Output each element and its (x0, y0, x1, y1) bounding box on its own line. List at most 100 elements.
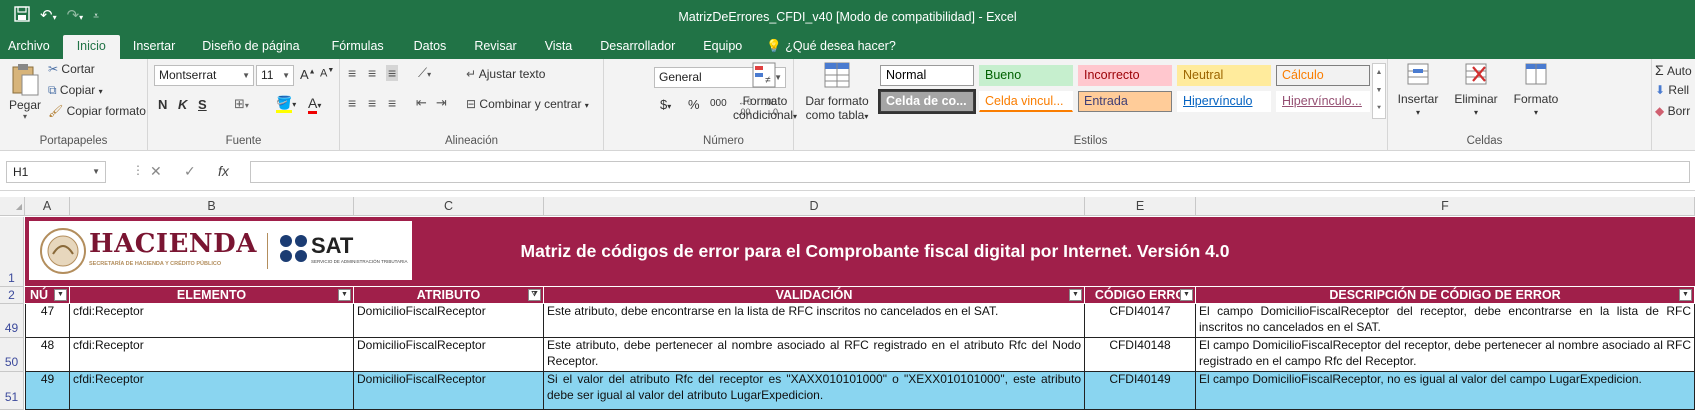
enter-icon[interactable]: ✓ (184, 163, 196, 180)
bold-button[interactable]: N (158, 97, 167, 112)
tab-formulas[interactable]: Fórmulas (316, 35, 400, 59)
tab-archivo[interactable]: Archivo (0, 35, 61, 59)
align-right-icon[interactable]: ≡ (388, 95, 396, 111)
cell-style-7[interactable]: Entrada (1078, 91, 1172, 112)
cancel-icon[interactable]: ✕ (150, 163, 162, 180)
conditional-format-button[interactable]: ≠ Formato condicional▾ (732, 61, 798, 124)
filter-dropdown-icon[interactable]: ▼ (338, 289, 351, 301)
cell-codigo[interactable]: CFDI40147 (1085, 304, 1196, 338)
merge-center-button[interactable]: ⊟ Combinar y centrar ▾ (466, 97, 589, 111)
filter-dropdown-icon[interactable]: ▼ (1180, 289, 1193, 301)
select-all-corner[interactable]: ◢ (0, 197, 25, 216)
align-middle-icon[interactable]: ≡ (368, 65, 376, 81)
filter-dropdown-icon[interactable]: ▼ (1679, 289, 1692, 301)
increase-indent-icon[interactable]: ⇥ (436, 95, 447, 111)
decrease-indent-icon[interactable]: ⇤ (416, 95, 427, 111)
cell-style-3[interactable]: Neutral (1177, 65, 1271, 86)
row-header-50[interactable]: 50 (0, 338, 24, 372)
cell-codigo[interactable]: CFDI40149 (1085, 372, 1196, 410)
cell-descripcion[interactable]: El campo DomicilioFiscalReceptor del rec… (1196, 338, 1695, 372)
column-header-f[interactable]: F (1196, 197, 1695, 216)
copy-button[interactable]: ⧉ Copiar ▾ (48, 83, 103, 98)
fill-color-icon[interactable]: 🪣▾ (276, 95, 296, 113)
currency-button[interactable]: $▾ (660, 97, 671, 112)
percent-button[interactable]: % (688, 97, 700, 112)
filter-dropdown-icon[interactable]: ▼ (1069, 289, 1082, 301)
font-color-icon[interactable]: A▾ (308, 95, 321, 114)
column-header-b[interactable]: B (70, 197, 354, 216)
paste-button[interactable]: Pegar ▾ (8, 63, 42, 121)
delete-cells-button[interactable]: Eliminar ▾ (1446, 61, 1506, 120)
cell-descripcion[interactable]: El campo DomicilioFiscalReceptor del rec… (1196, 304, 1695, 338)
name-box[interactable]: H1 ▼ (6, 161, 106, 183)
cell-atributo[interactable]: DomicilioFiscalReceptor (354, 372, 544, 410)
insert-function-icon[interactable]: fx (218, 163, 229, 179)
font-size-dropdown[interactable]: 11 ▼ (256, 65, 294, 86)
autosum-button[interactable]: Σ Auto (1655, 62, 1692, 78)
italic-button[interactable]: K (178, 97, 187, 112)
cell-elemento[interactable]: cfdi:Receptor (70, 372, 354, 410)
tab-equipo[interactable]: Equipo (689, 35, 756, 59)
align-center-icon[interactable]: ≡ (368, 95, 376, 111)
header-descripcion[interactable]: DESCRIPCIÓN DE CÓDIGO DE ERROR ▼ (1196, 287, 1695, 303)
header-validacion[interactable]: VALIDACIÓN ▼ (544, 287, 1085, 303)
column-header-a[interactable]: A (25, 197, 70, 216)
cell-validacion[interactable]: Este atributo, debe encontrarse en la li… (544, 304, 1085, 338)
cell-style-5[interactable]: Celda de co... (878, 89, 976, 114)
cell-style-0[interactable]: Normal (880, 65, 974, 86)
thousands-button[interactable]: 000 (710, 98, 727, 109)
format-as-table-button[interactable]: Dar formato como tabla▾ (802, 61, 872, 124)
cell-atributo[interactable]: DomicilioFiscalReceptor (354, 338, 544, 372)
cell-style-4[interactable]: Cálculo (1276, 65, 1370, 86)
row-header-49[interactable]: 49 (0, 304, 24, 338)
cell-num[interactable]: 49 (25, 372, 70, 410)
row-header-1[interactable]: 1 (0, 217, 24, 287)
column-header-e[interactable]: E (1085, 197, 1196, 216)
tell-me-search[interactable]: 💡 ¿Qué desea hacer? (756, 35, 896, 59)
align-bottom-icon[interactable]: ≡ (386, 65, 399, 81)
cell-elemento[interactable]: cfdi:Receptor (70, 338, 354, 372)
wrap-text-button[interactable]: ↵ Ajustar texto (466, 67, 545, 81)
cell-atributo[interactable]: DomicilioFiscalReceptor (354, 304, 544, 338)
cell-num[interactable]: 48 (25, 338, 70, 372)
tab-diseno-pagina[interactable]: Diseño de página (186, 35, 315, 59)
row-header-2[interactable]: 2 (0, 287, 24, 304)
shrink-font-icon[interactable]: A▼ (320, 67, 334, 80)
insert-cells-button[interactable]: Insertar ▾ (1390, 61, 1446, 120)
clear-button[interactable]: ◆ Borr (1655, 104, 1690, 118)
align-top-icon[interactable]: ≡ (348, 65, 356, 81)
column-header-c[interactable]: C (354, 197, 544, 216)
borders-icon[interactable]: ⊞▾ (234, 96, 249, 112)
cell-num[interactable]: 47 (25, 304, 70, 338)
cell-elemento[interactable]: cfdi:Receptor (70, 304, 354, 338)
align-left-icon[interactable]: ≡ (348, 95, 356, 111)
format-cells-button[interactable]: Formato ▾ (1508, 61, 1564, 120)
gallery-scroll[interactable]: ▲ ▼ ⯆ (1372, 63, 1386, 119)
formula-input[interactable] (250, 161, 1690, 183)
row-header-51[interactable]: 51 (0, 372, 24, 410)
underline-button[interactable]: S (198, 97, 207, 112)
tab-datos[interactable]: Datos (400, 35, 461, 59)
cell-validacion[interactable]: Este atributo, debe pertenecer al nombre… (544, 338, 1085, 372)
fill-button[interactable]: ⬇ Rell (1655, 83, 1689, 97)
cell-style-8[interactable]: Hipervínculo (1177, 91, 1271, 112)
formula-bar-options[interactable]: ⋮ (132, 163, 144, 177)
header-codigo-error[interactable]: CÓDIGO ERRO ▼ (1085, 287, 1196, 303)
header-numero[interactable]: NÚ ▼ (25, 287, 70, 303)
cell-validacion[interactable]: Si el valor del atributo Rfc del recepto… (544, 372, 1085, 410)
font-name-dropdown[interactable]: Montserrat ▼ (154, 65, 254, 86)
filter-dropdown-icon[interactable]: ▼ (54, 289, 67, 301)
cut-button[interactable]: ✂ Cortar (48, 62, 95, 76)
cell-descripcion[interactable]: El campo DomicilioFiscalReceptor, no es … (1196, 372, 1695, 410)
cell-style-6[interactable]: Celda vincul... (979, 91, 1073, 112)
format-painter-button[interactable]: 🖌 Copiar formato (48, 104, 146, 118)
cell-style-2[interactable]: Incorrecto (1078, 65, 1172, 86)
cell-style-1[interactable]: Bueno (979, 65, 1073, 86)
tab-inicio[interactable]: Inicio (62, 35, 120, 59)
tab-desarrollador[interactable]: Desarrollador (586, 35, 689, 59)
column-header-d[interactable]: D (544, 197, 1085, 216)
tab-vista[interactable]: Vista (531, 35, 587, 59)
tab-insertar[interactable]: Insertar (122, 35, 186, 59)
header-elemento[interactable]: ELEMENTO ▼ (70, 287, 354, 303)
tab-revisar[interactable]: Revisar (460, 35, 530, 59)
